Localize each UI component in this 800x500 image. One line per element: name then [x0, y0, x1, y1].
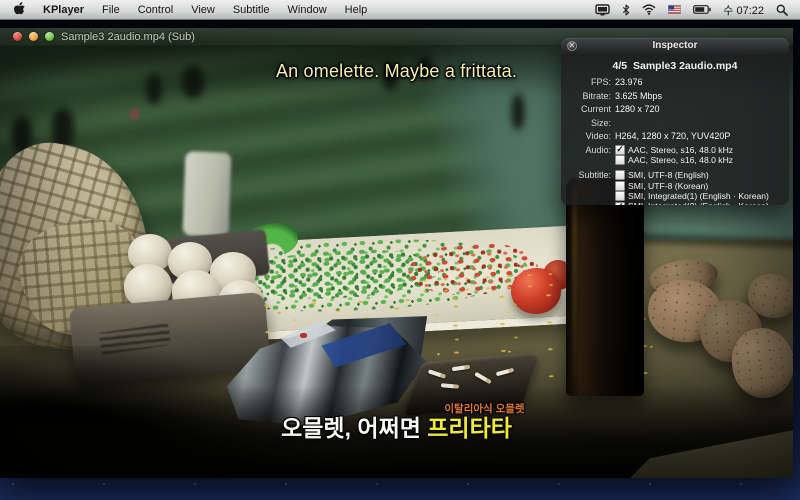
menu-subtitle[interactable]: Subtitle: [233, 4, 270, 16]
beer-bottle: [566, 178, 644, 396]
display-icon[interactable]: [595, 4, 610, 16]
stove-knob: [512, 94, 524, 130]
apple-icon: [14, 2, 25, 15]
inspector-row-fps: FPS: 23.976: [561, 76, 789, 90]
bluetooth-icon[interactable]: [622, 4, 630, 16]
subtitle-korean-white: 오믈렛, 어쩌면: [281, 415, 427, 441]
inspector-file-info: 4/5 Sample3 2audio.mp4: [561, 60, 789, 72]
menu-view[interactable]: View: [191, 4, 215, 16]
menu-window[interactable]: Window: [288, 4, 327, 16]
close-icon[interactable]: ✕: [567, 41, 577, 51]
inspector-subtitle-section: Subtitle: SMI, UTF-8 (English) SMI, UTF-…: [561, 170, 789, 205]
input-source-flag-icon[interactable]: [668, 5, 681, 14]
screen: An omelette. Maybe a frittata. 이탈리아식 오믈렛…: [0, 0, 800, 500]
inspector-titlebar[interactable]: ✕ Inspector: [561, 38, 789, 54]
subtitle-track-option[interactable]: SMI, UTF-8 (English): [615, 170, 769, 180]
menu-file[interactable]: File: [102, 4, 120, 16]
subtitle-track-option[interactable]: SMI, UTF-8 (Korean): [615, 181, 769, 191]
battery-icon[interactable]: [693, 5, 711, 14]
wifi-icon[interactable]: [642, 4, 656, 15]
menu-kplayer[interactable]: KPlayer: [43, 4, 84, 16]
subtitle-korean-yellow: 프리타타: [427, 415, 512, 441]
apple-menu[interactable]: [14, 2, 25, 18]
inspector-row-video: Video: H264, 1280 x 720, YUV420P: [561, 130, 789, 144]
window-title: Sample3 2audio.mp4 (Sub): [61, 31, 195, 43]
inspector-panel: ✕ Inspector 4/5 Sample3 2audio.mp4 FPS: …: [561, 38, 789, 205]
inspector-row-current-size: Current Size: 1280 x 720: [561, 103, 789, 130]
window-zoom-button[interactable]: [45, 32, 54, 41]
checkbox-unchecked[interactable]: [615, 181, 625, 191]
stove-knob: [130, 108, 139, 119]
window-close-button[interactable]: [13, 32, 22, 41]
checkbox-unchecked[interactable]: [615, 170, 625, 180]
inspector-row-bitrate: Bitrate: 3.625 Mbps: [561, 90, 789, 104]
subtitle-track-option[interactable]: ✓ SMI, Integrated(2) (English · Korean): [615, 201, 769, 205]
subtitle-track-list: SMI, UTF-8 (English) SMI, UTF-8 (Korean)…: [615, 170, 769, 205]
bottle-highlight: [572, 188, 577, 378]
checkbox-unchecked[interactable]: [615, 191, 625, 201]
packet-label: [300, 333, 307, 338]
hanging-towel: [183, 151, 232, 237]
spotlight-icon[interactable]: [776, 4, 788, 16]
subtitle-track-option[interactable]: SMI, Integrated(1) (English · Korean): [615, 191, 769, 201]
audio-track-list: ✓ AAC, Stereo, s16, 48.0 kHz AAC, Stereo…: [615, 145, 733, 166]
traffic-lights: [0, 32, 54, 41]
checkbox-checked[interactable]: ✓: [615, 202, 625, 205]
status-menus: 수 07:22: [595, 2, 800, 18]
menu-bar: KPlayer File Control View Subtitle Windo…: [0, 0, 800, 20]
menu-help[interactable]: Help: [345, 4, 368, 16]
menu-control[interactable]: Control: [138, 4, 173, 16]
subtitle-korean: 이탈리아식 오믈렛 오믈렛, 어쩌면 프리타타: [0, 404, 793, 440]
checkbox-checked[interactable]: ✓: [615, 145, 625, 155]
audio-track-option[interactable]: ✓ AAC, Stereo, s16, 48.0 kHz: [615, 145, 733, 155]
inspector-audio-section: Audio: ✓ AAC, Stereo, s16, 48.0 kHz AAC,…: [561, 145, 789, 166]
inspector-title: Inspector: [652, 40, 697, 51]
subtitle-ruby: 이탈리아식 오믈렛: [88, 404, 800, 415]
menu-clock[interactable]: 수 07:22: [723, 2, 764, 18]
audio-track-option[interactable]: AAC, Stereo, s16, 48.0 kHz: [615, 155, 733, 165]
checkbox-unchecked[interactable]: [615, 155, 625, 165]
app-menus: KPlayer File Control View Subtitle Windo…: [0, 2, 367, 18]
window-minimize-button[interactable]: [29, 32, 38, 41]
